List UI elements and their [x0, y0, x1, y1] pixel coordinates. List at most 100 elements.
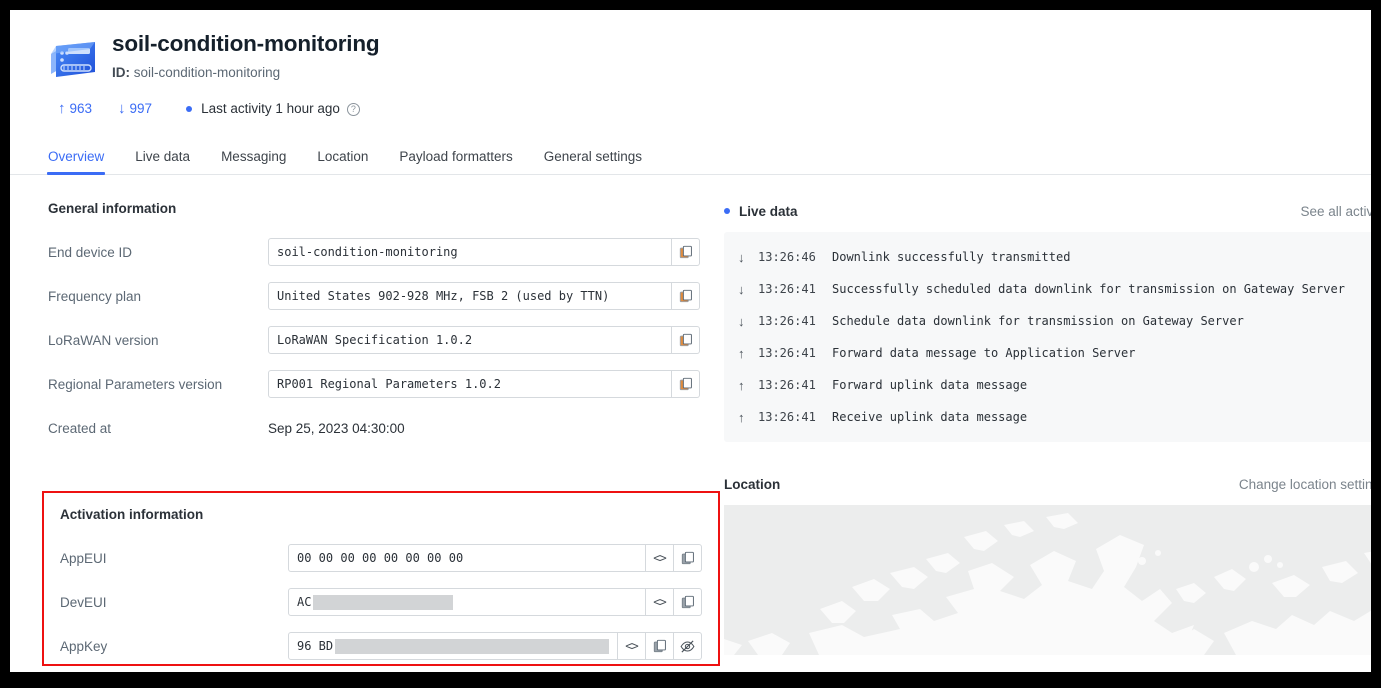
- activation-information-title: Activation information: [60, 507, 204, 522]
- masked-value: [313, 594, 454, 610]
- general-information-title: General information: [48, 201, 177, 216]
- appeui-value: 00 00 00 00 00 00 00 00: [297, 551, 464, 565]
- log-time: 13:26:41: [758, 314, 816, 328]
- log-message: Forward data message to Application Serv…: [832, 346, 1136, 360]
- field-created-at: Created at Sep 25, 2023 04:30:00: [48, 406, 710, 450]
- tab-messaging[interactable]: Messaging: [221, 149, 286, 175]
- see-all-activity-link[interactable]: See all activity →: [1300, 204, 1371, 219]
- copy-icon[interactable]: [674, 544, 702, 572]
- live-data-list: ↓ 13:26:46 Downlink successfully transmi…: [724, 232, 1371, 442]
- live-data-section: Live data See all activity → ↓ 13:26:46 …: [724, 201, 1371, 442]
- arrow-down-icon: ↓: [738, 249, 745, 265]
- regional-parameters-input[interactable]: RP001 Regional Parameters 1.0.2: [268, 370, 672, 398]
- field-label: AppEUI: [60, 550, 107, 566]
- code-toggle-icon[interactable]: <>: [646, 544, 674, 572]
- tab-live-data[interactable]: Live data: [135, 149, 190, 175]
- last-activity: Last activity 1 hour ago ?: [186, 101, 360, 116]
- appkey-input[interactable]: 96 BD: [288, 632, 618, 660]
- location-map[interactable]: [724, 505, 1371, 655]
- log-message: Downlink successfully transmitted: [832, 250, 1071, 264]
- field-frequency-plan: Frequency plan United States 902-928 MHz…: [48, 274, 710, 318]
- log-message: Schedule data downlink for transmission …: [832, 314, 1244, 328]
- tab-overview[interactable]: Overview: [46, 149, 106, 175]
- copy-icon[interactable]: [672, 370, 700, 398]
- list-item[interactable]: ↑ 13:26:41 Receive uplink data message: [724, 401, 1371, 433]
- downlink-count: ↓ 997: [118, 100, 152, 117]
- eye-off-icon[interactable]: [674, 632, 702, 660]
- deveui-value: AC: [297, 595, 312, 609]
- list-item[interactable]: ↑ 13:26:41 Forward uplink data message: [724, 369, 1371, 401]
- uplink-count-value: 963: [69, 101, 93, 116]
- list-item[interactable]: ↓ 13:26:41 Schedule data downlink for tr…: [724, 305, 1371, 337]
- arrow-down-icon: ↓: [738, 281, 745, 297]
- device-id-line: ID: soil-condition-monitoring: [112, 65, 379, 80]
- field-label: LoRaWAN version: [48, 332, 159, 348]
- appkey-value: 96 BD: [297, 639, 334, 653]
- log-message: Successfully scheduled data downlink for…: [832, 282, 1345, 296]
- log-message: Receive uplink data message: [832, 410, 1028, 424]
- lorawan-version-input[interactable]: LoRaWAN Specification 1.0.2: [268, 326, 672, 354]
- field-regional-parameters-version: Regional Parameters version RP001 Region…: [48, 362, 710, 406]
- location-section: Location Change location settings →: [724, 474, 1371, 655]
- field-label: Regional Parameters version: [48, 376, 223, 392]
- field-end-device-id: End device ID soil-condition-monitoring: [48, 230, 710, 274]
- device-overview-page: soil-condition-monitoring ID: soil-condi…: [10, 10, 1371, 672]
- field-label: DevEUI: [60, 594, 107, 610]
- tab-location[interactable]: Location: [317, 149, 368, 175]
- change-location-settings-link[interactable]: Change location settings →: [1239, 477, 1371, 492]
- device-tabs: Overview Live data Messaging Location Pa…: [10, 137, 1371, 175]
- copy-icon[interactable]: [672, 326, 700, 354]
- arrow-down-icon: ↓: [738, 313, 745, 329]
- field-deveui: DevEUI AC <>: [60, 580, 718, 624]
- list-item[interactable]: ↓ 13:26:46 Downlink successfully transmi…: [724, 241, 1371, 273]
- frequency-plan-input[interactable]: United States 902-928 MHz, FSB 2 (used b…: [268, 282, 672, 310]
- code-toggle-icon[interactable]: <>: [618, 632, 646, 660]
- arrow-up-icon: ↑: [58, 100, 66, 117]
- arrow-down-icon: ↓: [118, 100, 126, 117]
- log-time: 13:26:46: [758, 250, 816, 264]
- log-time: 13:26:41: [758, 346, 816, 360]
- device-id-value: soil-condition-monitoring: [133, 64, 281, 80]
- deveui-input[interactable]: AC: [288, 588, 646, 616]
- live-dot-icon: [724, 208, 730, 214]
- status-dot-icon: [186, 105, 193, 112]
- location-title: Location: [724, 476, 781, 492]
- created-at-value: Sep 25, 2023 04:30:00: [268, 420, 405, 436]
- arrow-up-icon: ↑: [738, 377, 745, 393]
- lorawan-device-icon: [48, 36, 100, 84]
- activation-information-section: Activation information AppEUI 00 00 00 0…: [42, 491, 720, 666]
- arrow-up-icon: ↑: [738, 409, 745, 425]
- copy-icon[interactable]: [672, 238, 700, 266]
- field-label: AppKey: [60, 638, 108, 654]
- created-at-label: Created at: [48, 420, 112, 436]
- field-lorawan-version: LoRaWAN version LoRaWAN Specification 1.…: [48, 318, 710, 362]
- tab-payload-formatters[interactable]: Payload formatters: [399, 149, 512, 175]
- page-title: soil-condition-monitoring: [112, 31, 380, 56]
- appeui-input[interactable]: 00 00 00 00 00 00 00 00: [288, 544, 646, 572]
- list-item[interactable]: ↓ 13:26:41 Successfully scheduled data d…: [724, 273, 1371, 305]
- masked-value: [335, 638, 609, 654]
- arrow-up-icon: ↑: [738, 345, 745, 361]
- log-time: 13:26:41: [758, 410, 816, 424]
- copy-icon[interactable]: [672, 282, 700, 310]
- live-data-title: Live data: [739, 203, 798, 219]
- help-circle-icon[interactable]: ?: [346, 103, 360, 116]
- last-activity-text: Last activity 1 hour ago: [201, 101, 340, 116]
- log-time: 13:26:41: [758, 378, 816, 392]
- field-appeui: AppEUI 00 00 00 00 00 00 00 00 <>: [60, 536, 718, 580]
- device-id-label: ID:: [112, 64, 130, 80]
- list-item[interactable]: ↑ 13:26:41 Forward data message to Appli…: [724, 337, 1371, 369]
- right-column: Live data See all activity → ↓ 13:26:46 …: [710, 201, 1371, 655]
- tab-general-settings[interactable]: General settings: [544, 149, 642, 175]
- code-toggle-icon[interactable]: <>: [646, 588, 674, 616]
- field-appkey: AppKey 96 BD <>: [60, 624, 718, 668]
- copy-icon[interactable]: [674, 588, 702, 616]
- copy-icon[interactable]: [646, 632, 674, 660]
- device-stats-row: ↑ 963 ↓ 997 Last activity 1 hour ago ?: [58, 100, 1371, 117]
- downlink-count-value: 997: [129, 101, 153, 116]
- log-time: 13:26:41: [758, 282, 816, 296]
- field-label: Frequency plan: [48, 288, 142, 304]
- end-device-id-input[interactable]: soil-condition-monitoring: [268, 238, 672, 266]
- field-label: End device ID: [48, 244, 133, 260]
- device-header: soil-condition-monitoring ID: soil-condi…: [10, 10, 1371, 117]
